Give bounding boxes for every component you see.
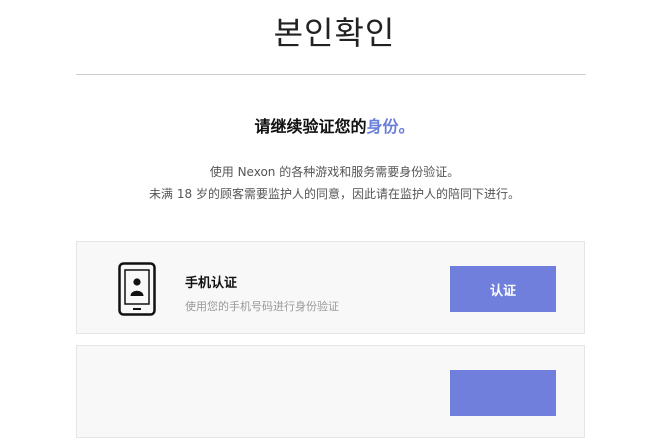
page-title: 본인확인 [273,14,396,52]
verify-button[interactable]: 认证 [450,266,556,312]
second-verify-button[interactable] [450,370,556,416]
description-line-1: 使用 Nexon 的各种游戏和服务需要身份验证。 [209,165,460,179]
title-divider [76,74,586,75]
prompt-highlight: 身份 [366,117,399,136]
second-verification-card [76,345,585,438]
card-title: 手机认证 [185,276,238,291]
card-description: 使用您的手机号码进行身份验证 [185,300,339,313]
description-line-2: 未满 18 岁的顾客需要监护人的同意，因此请在监护人的陪同下进行。 [149,187,520,201]
prompt-text: 请继续验证您的 [254,117,367,136]
phone-verification-card: 手机认证 使用您的手机号码进行身份验证 认证 [76,241,585,334]
description: 使用 Nexon 的各种游戏和服务需要身份验证。 未满 18 岁的顾客需要监护人… [0,161,669,205]
prompt-end: 。 [398,117,415,136]
mobile-phone-icon [118,262,156,316]
verification-prompt: 请继续验证您的身份。 [0,113,669,137]
